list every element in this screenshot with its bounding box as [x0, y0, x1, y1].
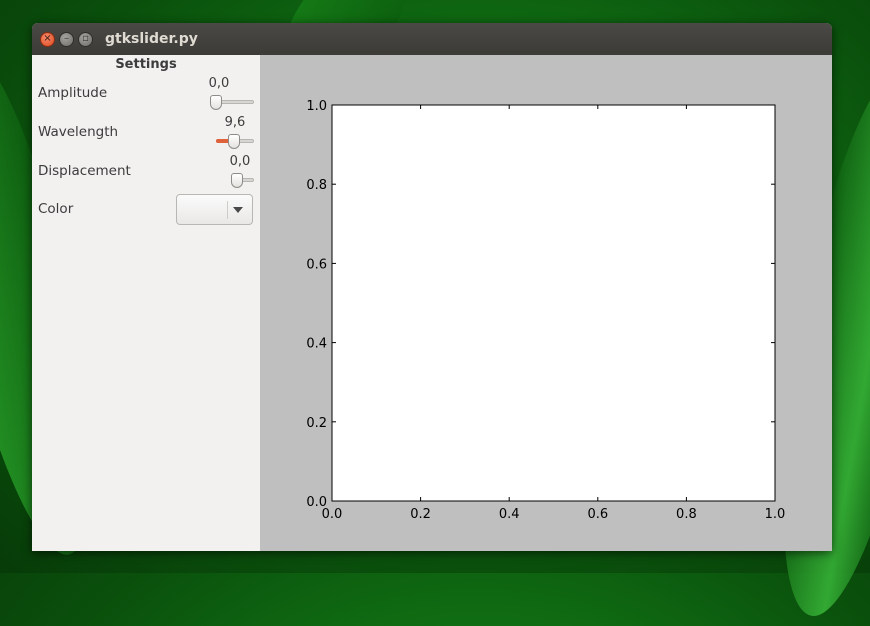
minimize-icon: – — [64, 33, 69, 44]
x-tick-label: 0.6 — [587, 507, 608, 522]
slider-handle[interactable] — [228, 134, 241, 149]
title-bar[interactable]: × – ▫ gtkslider.py — [32, 23, 832, 55]
window-title: gtkslider.py — [105, 31, 198, 47]
wavelength-value: 9,6 — [224, 115, 246, 130]
slider-handle[interactable] — [231, 173, 243, 188]
slider-handle[interactable] — [210, 95, 222, 110]
y-tick-label: 0.8 — [306, 178, 327, 193]
displacement-label: Displacement — [38, 163, 131, 179]
wavelength-label: Wavelength — [38, 124, 119, 140]
settings-title: Settings — [115, 57, 177, 72]
app-window: × – ▫ gtkslider.py Settings Amplitude 0,… — [32, 23, 832, 551]
x-tick-label: 1.0 — [765, 507, 786, 522]
chart: 0.0 0.2 0.4 0.6 0.8 1.00.00.20.40.60.81.0 — [306, 99, 786, 522]
close-icon: × — [43, 33, 52, 44]
color-label: Color — [38, 201, 74, 217]
y-tick-label: 0.2 — [306, 416, 327, 431]
combobox-separator — [227, 201, 228, 219]
window-content: Settings Amplitude 0,0 Wavelength 9,6 Di… — [32, 55, 832, 551]
amplitude-value: 0,0 — [208, 76, 230, 91]
y-tick-label: 0.6 — [306, 257, 327, 272]
y-tick-label: 1.0 — [306, 99, 327, 114]
x-tick-label: 0.8 — [676, 507, 697, 522]
close-button[interactable]: × — [40, 31, 55, 47]
axes-background — [331, 104, 776, 502]
amplitude-label: Amplitude — [38, 85, 108, 101]
plot-canvas[interactable]: 0.0 0.2 0.4 0.6 0.8 1.0 0.0 0.2 0.4 0.6 0.8 1.0 — [260, 55, 832, 551]
x-tick-label: 0.2 — [410, 507, 431, 522]
displacement-value: 0,0 — [229, 154, 251, 169]
chevron-down-icon — [233, 207, 243, 213]
maximize-icon: ▫ — [82, 33, 89, 44]
y-tick-label: 0.0 — [306, 495, 327, 510]
y-tick-label: 0.4 — [306, 337, 327, 352]
minimize-button[interactable]: – — [59, 31, 74, 47]
color-combobox[interactable] — [176, 194, 253, 225]
settings-panel: Settings Amplitude 0,0 Wavelength 9,6 Di… — [32, 55, 260, 551]
x-tick-label: 0.4 — [499, 507, 520, 522]
maximize-button[interactable]: ▫ — [78, 31, 93, 47]
